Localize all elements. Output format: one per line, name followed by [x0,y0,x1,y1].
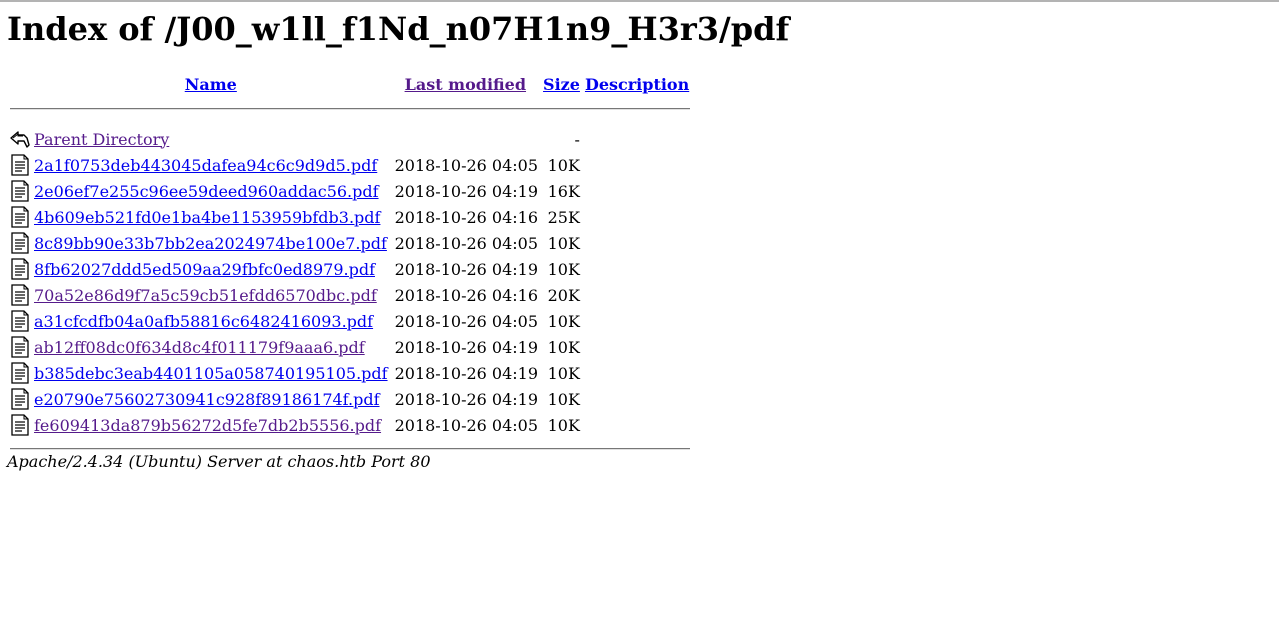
file-size: 10K [547,311,580,331]
file-name-cell: 4b609eb521fd0e1ba4be1153959bfdb3.pdf [33,204,389,230]
file-size: 10K [547,259,580,279]
file-name-cell: ab12ff08dc0f634d8c4f011179f9aaa6.pdf [33,334,389,360]
parent-directory-size: - [574,129,580,149]
file-link[interactable]: e20790e75602730941c928f89186174f.pdf [34,390,380,409]
file-link[interactable]: 4b609eb521fd0e1ba4be1153959bfdb3.pdf [34,208,380,227]
text-file-icon [10,412,30,438]
file-modified: 2018-10-26 04:19 [394,181,539,201]
text-file-icon [10,282,30,308]
file-modified: 2018-10-26 04:19 [394,259,539,279]
file-listing-table: Name Last modified Size Description Pare… [7,70,693,460]
file-description [584,412,690,438]
file-description [584,152,690,178]
sort-by-size-link[interactable]: Size [543,75,580,94]
file-row: 8fb62027ddd5ed509aa29fbfc0ed8979.pdf 2018… [10,256,690,282]
file-name-cell: 8fb62027ddd5ed509aa29fbfc0ed8979.pdf [33,256,389,282]
file-modified: 2018-10-26 04:05 [394,233,539,253]
text-file-icon [10,178,30,204]
file-link[interactable]: 2e06ef7e255c96ee59deed960addac56.pdf [34,182,379,201]
file-modified: 2018-10-26 04:05 [394,311,539,331]
file-description [584,230,690,256]
text-file-icon [10,308,30,334]
file-name-cell: e20790e75602730941c928f89186174f.pdf [33,386,389,412]
file-row: 4b609eb521fd0e1ba4be1153959bfdb3.pdf 2018… [10,204,690,230]
file-name-cell: b385debc3eab4401105a058740195105.pdf [33,360,389,386]
file-modified: 2018-10-26 04:05 [394,415,539,435]
file-description [584,282,690,308]
file-link[interactable]: 70a52e86d9f7a5c59cb51efdd6570dbc.pdf [34,286,377,305]
file-description [584,308,690,334]
text-file-icon [10,204,30,230]
file-link[interactable]: fe609413da879b56272d5fe7db2b5556.pdf [34,416,381,435]
file-link[interactable]: 8c89bb90e33b7bb2ea2024974be100e7.pdf [34,234,387,253]
file-modified: 2018-10-26 04:19 [394,363,539,383]
parent-directory-modified [392,126,539,152]
file-link[interactable]: a31cfcdfb04a0afb58816c6482416093.pdf [34,312,373,331]
sort-by-last-modified-link[interactable]: Last modified [405,75,526,94]
text-file-icon [10,360,30,386]
file-size: 10K [547,363,580,383]
name-column-header: Name [33,70,389,98]
file-description [584,360,690,386]
file-row: 70a52e86d9f7a5c59cb51efdd6570dbc.pdf 2018… [10,282,690,308]
header-row: Name Last modified Size Description [10,70,690,98]
header-divider [10,98,691,120]
server-signature: Apache/2.4.34 (Ubuntu) Server at chaos.h… [7,452,431,471]
file-row: fe609413da879b56272d5fe7db2b5556.pdf 2018… [10,412,690,438]
file-description [584,256,690,282]
parent-directory-description [584,126,690,152]
file-size: 20K [547,285,580,305]
file-row: 2a1f0753deb443045dafea94c6c9d9d5.pdf 2018… [10,152,690,178]
file-name-cell: 2e06ef7e255c96ee59deed960addac56.pdf [33,178,389,204]
size-column-header: Size [542,70,581,98]
file-link[interactable]: 8fb62027ddd5ed509aa29fbfc0ed8979.pdf [34,260,375,279]
file-size: 10K [547,233,580,253]
file-size: 10K [547,337,580,357]
file-modified: 2018-10-26 04:19 [394,337,539,357]
file-row: ab12ff08dc0f634d8c4f011179f9aaa6.pdf 2018… [10,334,690,360]
file-size: 25K [547,207,580,227]
file-link[interactable]: 2a1f0753deb443045dafea94c6c9d9d5.pdf [34,156,377,175]
file-row: a31cfcdfb04a0afb58816c6482416093.pdf 2018… [10,308,690,334]
text-file-icon [10,386,30,412]
file-name-cell: 70a52e86d9f7a5c59cb51efdd6570dbc.pdf [33,282,389,308]
icon-column-header [10,70,30,98]
file-size: 10K [547,155,580,175]
file-link[interactable]: b385debc3eab4401105a058740195105.pdf [34,364,388,383]
file-description [584,204,690,230]
file-modified: 2018-10-26 04:16 [394,285,539,305]
file-row: e20790e75602730941c928f89186174f.pdf 2018… [10,386,690,412]
parent-directory-link[interactable]: Parent Directory [34,130,169,149]
text-file-icon [10,230,30,256]
file-size: 10K [547,389,580,409]
text-file-icon [10,152,30,178]
text-file-icon [10,256,30,282]
file-row: 8c89bb90e33b7bb2ea2024974be100e7.pdf 2018… [10,230,690,256]
file-size: 16K [547,181,580,201]
file-row: 2e06ef7e255c96ee59deed960addac56.pdf 2018… [10,178,690,204]
file-description [584,334,690,360]
parent-directory-row: Parent Directory - [10,126,690,152]
sort-by-name-link[interactable]: Name [185,75,237,94]
file-name-cell: fe609413da879b56272d5fe7db2b5556.pdf [33,412,389,438]
file-size: 10K [547,415,580,435]
page-title: Index of /J00_w1ll_f1Nd_n07H1n9_H3r3/pdf [7,10,790,48]
description-column-header: Description [584,70,690,98]
file-modified: 2018-10-26 04:05 [394,155,539,175]
file-description [584,386,690,412]
parent-directory-cell: Parent Directory [33,126,389,152]
last-modified-column-header: Last modified [392,70,539,98]
file-name-cell: a31cfcdfb04a0afb58816c6482416093.pdf [33,308,389,334]
file-name-cell: 2a1f0753deb443045dafea94c6c9d9d5.pdf [33,152,389,178]
file-modified: 2018-10-26 04:19 [394,389,539,409]
file-name-cell: 8c89bb90e33b7bb2ea2024974be100e7.pdf [33,230,389,256]
file-description [584,178,690,204]
back-arrow-icon [10,126,30,152]
text-file-icon [10,334,30,360]
sort-by-description-link[interactable]: Description [585,75,689,94]
file-modified: 2018-10-26 04:16 [394,207,539,227]
file-row: b385debc3eab4401105a058740195105.pdf 2018… [10,360,690,386]
file-link[interactable]: ab12ff08dc0f634d8c4f011179f9aaa6.pdf [34,338,365,357]
